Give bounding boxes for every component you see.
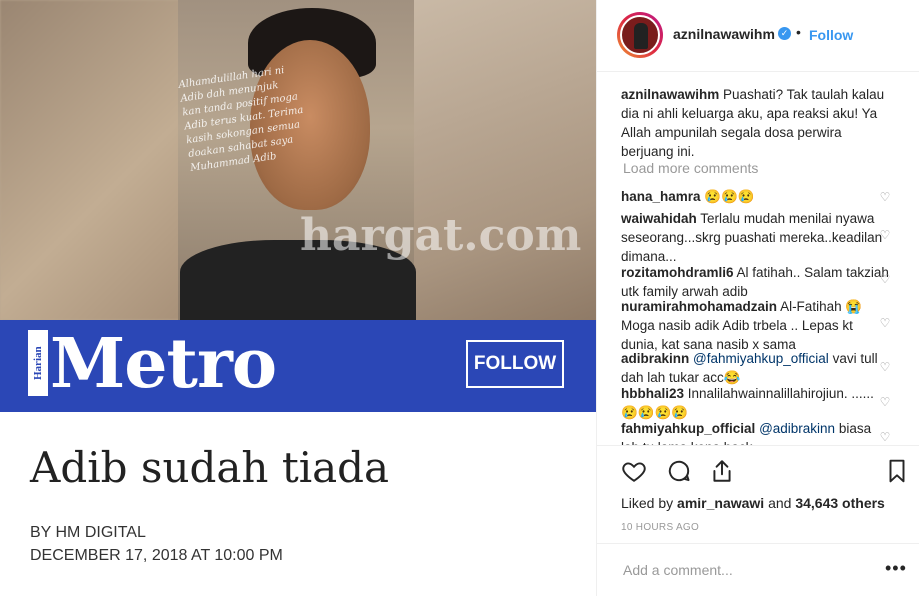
likes-others[interactable]: 34,643 others [795, 495, 885, 511]
comment-like-heart-icon[interactable]: ♡ [878, 430, 892, 444]
story-caption-overlay: Alhamdulillah hari ni Adib dah menunjuk … [177, 64, 305, 174]
list-item: waiwahidah Terlalu mudah menilai nyawa s… [621, 209, 891, 266]
likes-summary: Liked by amir_nawawi and 34,643 others [621, 495, 885, 511]
list-item: adibrakinn @fahmiyahkup_official vavi tu… [621, 349, 891, 387]
post-timestamp[interactable]: 10 HOURS AGO [621, 522, 699, 533]
comment-mention[interactable]: @adibrakinn [759, 421, 835, 436]
comment-like-heart-icon[interactable]: ♡ [878, 228, 892, 242]
article-headline: Adib sudah tiada [30, 443, 390, 492]
comment-like-heart-icon[interactable]: ♡ [878, 272, 892, 286]
comment-like-heart-icon[interactable]: ♡ [878, 360, 892, 374]
watermark: hargat.com [300, 210, 582, 261]
avatar-figure [634, 23, 648, 49]
follow-button[interactable]: Follow [809, 27, 853, 43]
heart-icon[interactable] [621, 458, 647, 484]
likes-conj: and [768, 495, 792, 511]
caption-username[interactable]: aznilnawawihm [621, 87, 719, 102]
comments-list[interactable]: aznilnawawihm Puashati? Tak taulah kalau… [597, 73, 919, 445]
list-item: hana_hamra 😢😢😢 [621, 187, 891, 206]
list-item: rozitamohdramli6 Al fatihah.. Salam takz… [621, 263, 891, 301]
comment-icon[interactable] [666, 458, 692, 484]
banner-tag: Harian [28, 330, 48, 396]
metro-banner: Harian Metro FOLLOW [0, 320, 596, 412]
avatar[interactable] [620, 15, 660, 55]
action-bar [597, 445, 919, 495]
comment-username[interactable]: hana_hamra [621, 189, 701, 204]
add-comment-bar: Add a comment... ••• [597, 543, 919, 596]
banner-brand: Metro [50, 324, 277, 404]
article-byline: BY HM DIGITAL [30, 524, 146, 541]
bookmark-icon[interactable] [884, 458, 910, 484]
post-header: aznilnawawihm ✓ • Follow [597, 0, 919, 72]
post-side-panel: aznilnawawihm ✓ • Follow aznilnawawihm P… [596, 0, 919, 596]
caption: aznilnawawihm Puashati? Tak taulah kalau… [621, 85, 891, 161]
photo-background-right [412, 0, 596, 320]
comment-username[interactable]: waiwahidah [621, 211, 697, 226]
comment-username[interactable]: fahmiyahkup_official [621, 421, 755, 436]
list-item: nuramirahmohamadzain Al-Fatihah 😭 Moga n… [621, 297, 891, 354]
separator-dot: • [796, 24, 801, 40]
list-item: fahmiyahkup_official @adibrakinn biasa l… [621, 419, 891, 445]
comment-like-heart-icon[interactable]: ♡ [878, 316, 892, 330]
comment-username[interactable]: adibrakinn [621, 351, 689, 366]
more-options-icon[interactable]: ••• [885, 558, 907, 579]
likes-user[interactable]: amir_nawawi [677, 495, 764, 511]
comment-text: 😢😢😢 [704, 189, 755, 204]
article-dateline: DECEMBER 17, 2018 AT 10:00 PM [30, 547, 283, 564]
comment-username[interactable]: nuramirahmohamadzain [621, 299, 777, 314]
banner-follow-label: FOLLOW [466, 340, 564, 388]
photo-background-left [0, 0, 180, 320]
post-image[interactable]: Alhamdulillah hari ni Adib dah menunjuk … [0, 0, 596, 596]
comment-like-heart-icon[interactable]: ♡ [878, 395, 892, 409]
photo-area: Alhamdulillah hari ni Adib dah menunjuk … [0, 0, 596, 320]
add-comment-input[interactable]: Add a comment... [623, 562, 733, 578]
load-more-comments-button[interactable]: Load more comments [623, 160, 758, 176]
comment-like-heart-icon[interactable]: ♡ [878, 190, 892, 204]
likes-prefix: Liked by [621, 495, 674, 511]
share-icon[interactable] [709, 458, 735, 484]
comment-username[interactable]: rozitamohdramli6 [621, 265, 734, 280]
comment-mention[interactable]: @fahmiyahkup_official [693, 351, 829, 366]
verified-badge-icon: ✓ [778, 27, 791, 40]
comment-username[interactable]: hbbhali23 [621, 386, 684, 401]
header-username[interactable]: aznilnawawihm [673, 26, 775, 42]
list-item: hbbhali23 Innalilahwainnalillahirojiun. … [621, 384, 891, 422]
